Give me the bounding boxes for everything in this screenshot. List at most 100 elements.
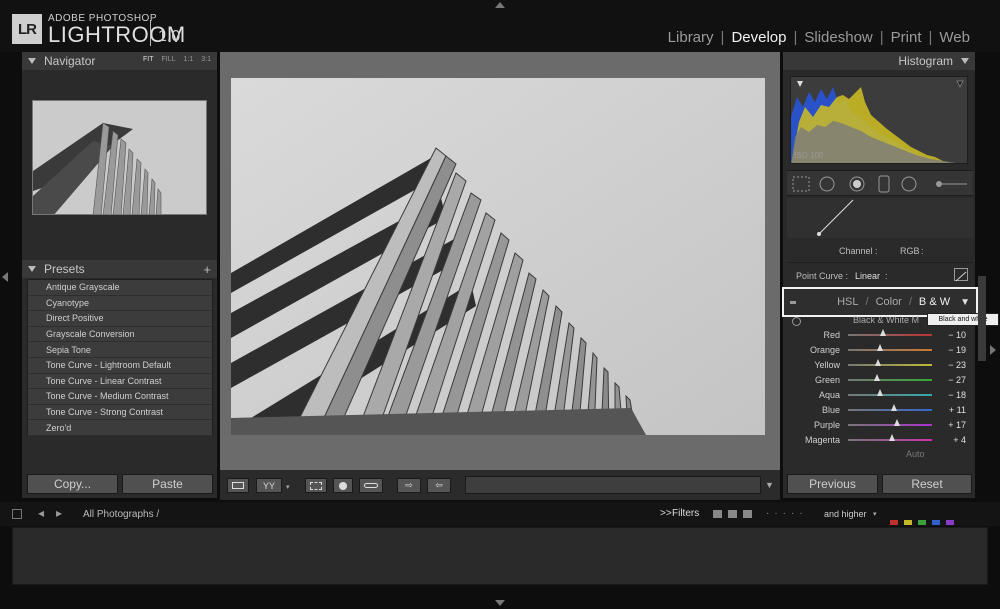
reset-button[interactable]: Reset xyxy=(882,474,972,494)
view-menu-chevron-down-icon[interactable]: ▾ xyxy=(286,483,290,491)
bw-slider-thumb[interactable] xyxy=(893,418,900,426)
add-preset-plus-icon[interactable]: + xyxy=(203,262,211,277)
filmstrip[interactable] xyxy=(12,527,988,585)
navigator-header[interactable]: Navigator FIT FILL 1:1 3:1 xyxy=(22,52,217,70)
zoom-fill[interactable]: FILL xyxy=(162,56,176,63)
preset-item[interactable]: Grayscale Conversion xyxy=(28,326,212,343)
preset-item[interactable]: Zero'd xyxy=(28,420,212,436)
copy-settings-button[interactable]: Copy... xyxy=(27,474,118,494)
filmstrip-source-path[interactable]: All Photographs / xyxy=(83,509,159,520)
bw-slider-value[interactable]: + 11 xyxy=(932,405,966,415)
rating-filter-mode[interactable]: and higher xyxy=(824,509,867,519)
bw-slider-thumb[interactable] xyxy=(888,433,895,441)
rejected-filter-icon[interactable] xyxy=(743,510,752,518)
preset-item[interactable]: Sepia Tone xyxy=(28,342,212,358)
preset-item[interactable]: Tone Curve - Linear Contrast xyxy=(28,373,212,390)
target-adjustment-icon[interactable] xyxy=(792,317,801,326)
next-photo-arrow-icon[interactable]: ⇨ xyxy=(397,478,421,493)
tone-curve-graph[interactable] xyxy=(787,198,973,238)
loupe-view-icon[interactable] xyxy=(227,478,249,493)
rating-mode-chevron-down-icon[interactable]: ▾ xyxy=(873,510,877,518)
auto-bw-button[interactable]: Auto xyxy=(906,449,925,459)
bw-slider-value[interactable]: + 17 xyxy=(932,420,966,430)
toolbar-info-field[interactable] xyxy=(465,476,761,494)
bw-slider-value[interactable]: − 19 xyxy=(932,345,966,355)
filters-label[interactable]: Filters xyxy=(672,508,699,519)
curve-edit-icon[interactable] xyxy=(954,268,968,282)
paste-settings-button[interactable]: Paste xyxy=(122,474,213,494)
preset-item[interactable]: Direct Positive xyxy=(28,311,212,327)
spot-removal-tool-icon[interactable] xyxy=(817,170,837,196)
grid-view-icon[interactable] xyxy=(12,509,22,519)
bw-slider-value[interactable]: − 27 xyxy=(932,375,966,385)
bw-slider-value[interactable]: + 4 xyxy=(932,435,966,445)
red-eye-tool-icon[interactable] xyxy=(847,170,867,196)
bw-slider-thumb[interactable] xyxy=(880,328,887,336)
preset-item[interactable]: Tone Curve - Strong Contrast xyxy=(28,404,212,421)
histogram-header[interactable]: Histogram xyxy=(783,52,975,70)
adjustment-brush-icon[interactable] xyxy=(899,170,919,196)
tab-hsl[interactable]: HSL xyxy=(837,296,858,308)
bw-slider-value[interactable]: − 18 xyxy=(932,390,966,400)
channel-value[interactable]: RGB xyxy=(900,246,920,256)
bw-slider-thumb[interactable] xyxy=(875,358,882,366)
graduated-filter-icon[interactable] xyxy=(877,170,891,196)
rating-stars-filter[interactable]: ····· xyxy=(766,508,808,519)
bw-slider-track[interactable] xyxy=(848,343,932,351)
preset-item[interactable]: Antique Grayscale xyxy=(28,280,212,296)
bw-slider-track[interactable] xyxy=(848,328,932,336)
color-label-filter[interactable] xyxy=(932,520,940,525)
collapse-bottom-panel-arrow-icon[interactable] xyxy=(495,600,505,606)
red-eye-icon[interactable] xyxy=(359,478,383,493)
color-label-filter[interactable] xyxy=(946,520,954,525)
navigator-preview[interactable] xyxy=(32,100,207,215)
module-develop[interactable]: Develop xyxy=(731,29,786,46)
unflagged-filter-icon[interactable] xyxy=(728,510,737,518)
module-slideshow[interactable]: Slideshow xyxy=(804,29,872,46)
bw-slider-track[interactable] xyxy=(848,358,932,366)
toolbar-options-chevron-down-icon[interactable]: ▼ xyxy=(765,480,774,490)
point-curve-value[interactable]: Linear xyxy=(855,271,880,281)
collapse-right-panel-arrow-icon[interactable] xyxy=(990,345,996,355)
module-web[interactable]: Web xyxy=(939,29,970,46)
preset-item[interactable]: Tone Curve - Lightroom Default xyxy=(28,357,212,374)
filters-chevron-icon[interactable]: >> xyxy=(660,508,672,519)
main-photo[interactable] xyxy=(231,78,765,435)
color-label-filter[interactable] xyxy=(904,520,912,525)
previous-photo-arrow-icon[interactable]: ⇦ xyxy=(427,478,451,493)
zoom-1-1[interactable]: 1:1 xyxy=(184,56,194,63)
bw-slider-thumb[interactable] xyxy=(876,388,883,396)
preset-item[interactable]: Tone Curve - Medium Contrast xyxy=(28,389,212,405)
collapse-top-panel-arrow-icon[interactable] xyxy=(495,2,505,8)
tab-color[interactable]: Color xyxy=(876,296,902,308)
module-print[interactable]: Print xyxy=(891,29,922,46)
collapse-left-panel-arrow-icon[interactable] xyxy=(2,272,8,282)
back-arrow-icon[interactable]: ◂ xyxy=(38,506,44,520)
forward-arrow-icon[interactable]: ▸ xyxy=(56,506,62,520)
zoom-3-1[interactable]: 3:1 xyxy=(201,56,211,63)
previous-settings-button[interactable]: Previous xyxy=(787,474,878,494)
bw-slider-track[interactable] xyxy=(848,418,932,426)
flag-filter-icon[interactable] xyxy=(713,510,722,518)
bw-slider-thumb[interactable] xyxy=(876,343,883,351)
tab-black-and-white[interactable]: B & W xyxy=(919,296,950,308)
bw-slider-value[interactable]: − 23 xyxy=(932,360,966,370)
crop-tool-icon[interactable] xyxy=(305,478,327,493)
bw-slider-value[interactable]: − 10 xyxy=(932,330,966,340)
right-panel-scrollbar[interactable] xyxy=(978,276,986,361)
zoom-fit[interactable]: FIT xyxy=(143,56,154,63)
bw-slider-track[interactable] xyxy=(848,433,932,441)
color-label-filter[interactable] xyxy=(890,520,898,525)
before-after-view-button[interactable]: YY xyxy=(256,478,282,493)
bw-slider-thumb[interactable] xyxy=(873,373,880,381)
bw-slider-track[interactable] xyxy=(848,403,932,411)
bw-slider-thumb[interactable] xyxy=(891,403,898,411)
bw-slider-track[interactable] xyxy=(848,388,932,396)
presets-header[interactable]: Presets + xyxy=(22,260,217,278)
panel-switch-icon[interactable] xyxy=(790,300,796,304)
spot-removal-icon[interactable] xyxy=(333,478,353,493)
preset-item[interactable]: Cyanotype xyxy=(28,295,212,312)
color-label-filter[interactable] xyxy=(918,520,926,525)
crop-overlay-icon[interactable] xyxy=(787,170,807,196)
brush-size-slider[interactable] xyxy=(932,170,972,196)
